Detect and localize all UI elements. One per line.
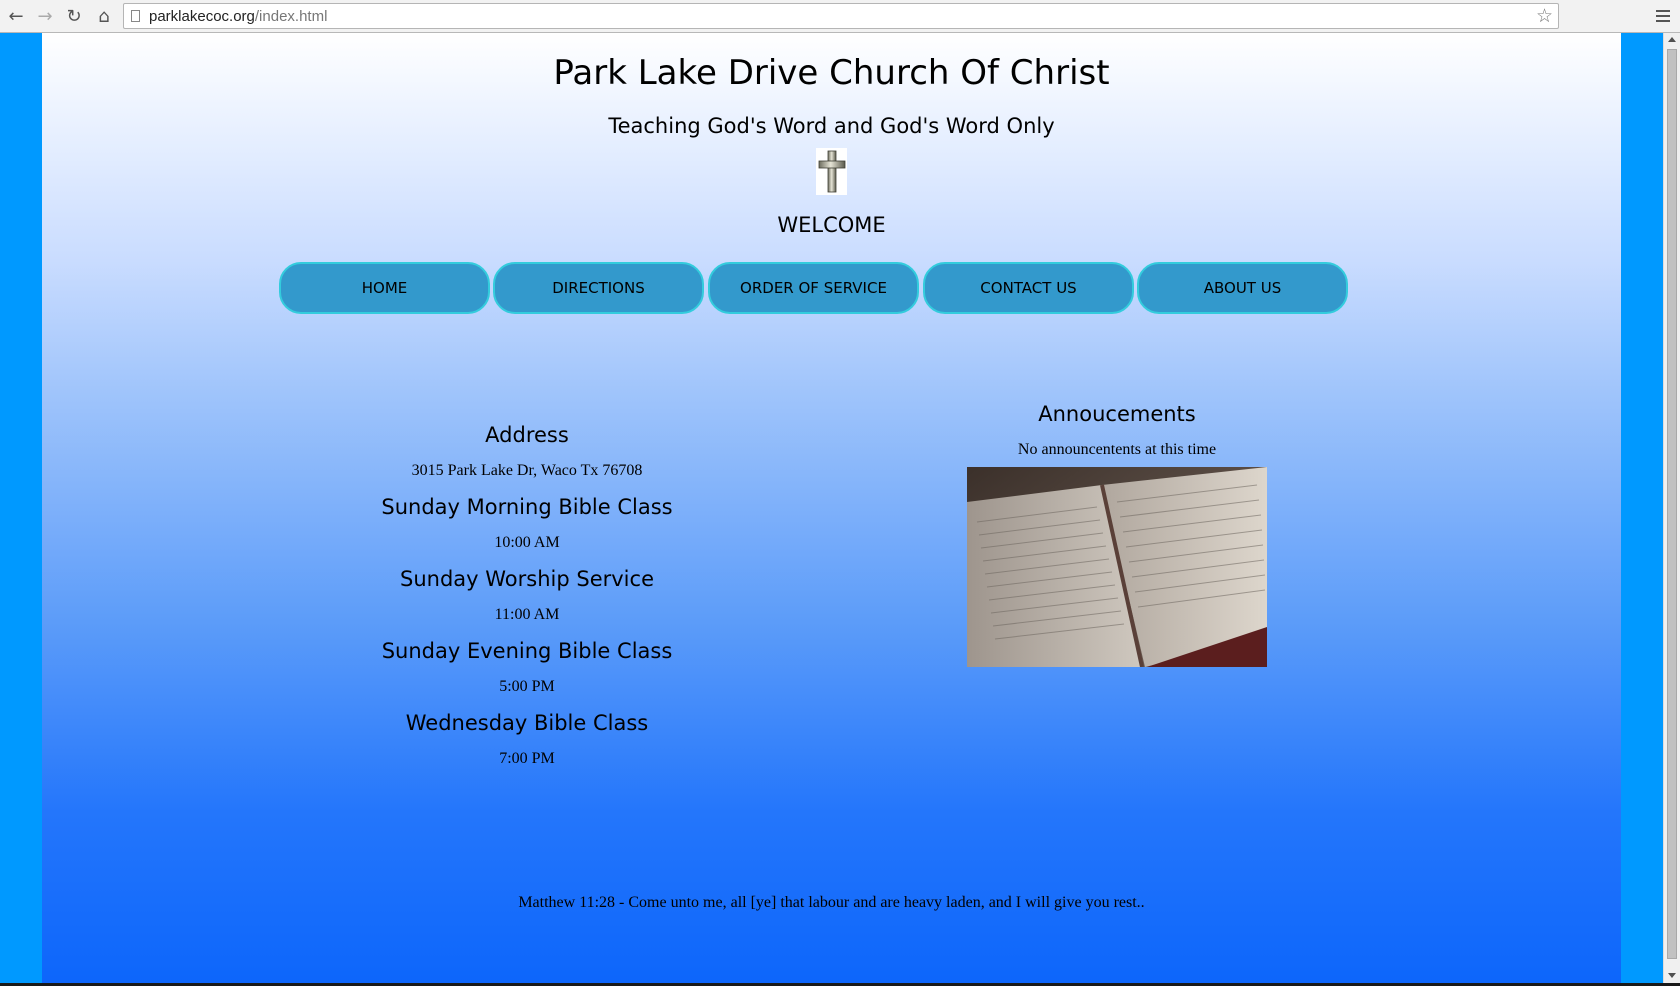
page-icon <box>131 10 140 22</box>
footer-verse: Matthew 11:28 - Come unto me, all [ye] t… <box>518 894 1145 911</box>
url-host: parklakecoc.org <box>149 8 255 25</box>
schedule-time: 5:00 PM <box>499 678 555 695</box>
forward-arrow-icon[interactable]: → <box>33 4 57 28</box>
schedule-time: 11:00 AM <box>494 606 560 623</box>
schedule-heading: Sunday Morning Bible Class <box>381 495 673 519</box>
cross-icon <box>816 148 847 195</box>
welcome-heading: WELCOME <box>777 213 886 237</box>
schedule-heading: Sunday Worship Service <box>400 567 654 591</box>
nav-home-button[interactable]: HOME <box>279 262 490 314</box>
schedule-heading: Wednesday Bible Class <box>405 711 649 735</box>
announcements-text: No announcentents at this time <box>1017 441 1217 458</box>
browser-menu-icon[interactable] <box>1650 3 1676 29</box>
address-bar[interactable]: parklakecoc.org/index.html ☆ <box>123 3 1559 29</box>
announcements-heading: Annoucements <box>1038 402 1196 426</box>
scroll-down-arrow-icon[interactable] <box>1668 973 1676 978</box>
browser-toolbar: ← → ↻ ⌂ parklakecoc.org/index.html ☆ <box>0 0 1680 33</box>
url-path: /index.html <box>254 8 328 25</box>
site-title: Park Lake Drive Church Of Christ <box>553 53 1110 93</box>
site-tagline: Teaching God's Word and God's Word Only <box>608 114 1055 138</box>
page-viewport: Park Lake Drive Church Of Christ Teachin… <box>0 33 1663 983</box>
scroll-thumb[interactable] <box>1667 49 1677 959</box>
vertical-scrollbar[interactable] <box>1663 33 1680 983</box>
open-bible-image <box>967 467 1267 667</box>
address-heading: Address <box>485 423 569 447</box>
bookmark-star-icon[interactable]: ☆ <box>1536 5 1553 27</box>
back-arrow-icon[interactable]: ← <box>4 4 28 28</box>
schedule-time: 10:00 AM <box>494 534 560 551</box>
url-text[interactable]: parklakecoc.org/index.html <box>149 8 327 25</box>
nav-directions-button[interactable]: DIRECTIONS <box>493 262 704 314</box>
home-icon[interactable]: ⌂ <box>92 4 116 28</box>
schedule-time: 7:00 PM <box>499 750 555 767</box>
nav-about-us-button[interactable]: ABOUT US <box>1137 262 1348 314</box>
schedule-heading: Sunday Evening Bible Class <box>381 639 673 663</box>
nav-contact-us-button[interactable]: CONTACT US <box>923 262 1134 314</box>
scroll-up-arrow-icon[interactable] <box>1668 37 1676 42</box>
reload-icon[interactable]: ↻ <box>62 4 86 28</box>
nav-order-of-service-button[interactable]: ORDER OF SERVICE <box>708 262 919 314</box>
page-container: Park Lake Drive Church Of Christ Teachin… <box>42 33 1621 983</box>
address-text: 3015 Park Lake Dr, Waco Tx 76708 <box>411 462 643 479</box>
